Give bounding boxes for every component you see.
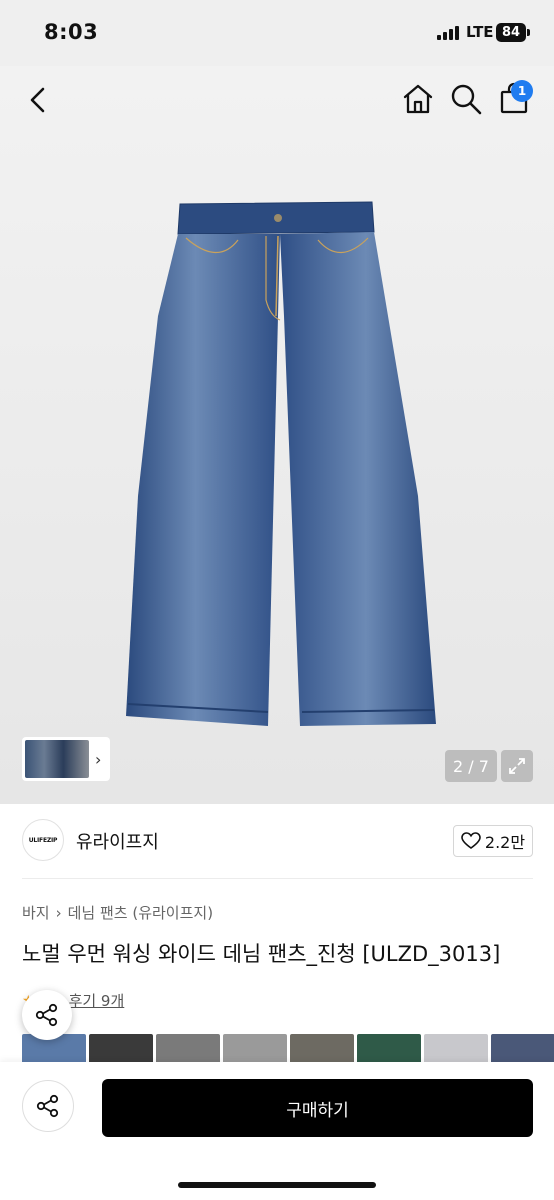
- battery-tip: [527, 29, 530, 36]
- review-photo[interactable]: [156, 1034, 220, 1064]
- review-photo-strip[interactable]: [22, 1034, 554, 1064]
- thumbnail-image[interactable]: [25, 740, 89, 778]
- share-icon: [35, 1003, 58, 1027]
- cart-count-badge: 1: [511, 80, 533, 102]
- review-photo[interactable]: [424, 1034, 488, 1064]
- breadcrumb: 바지 › 데님 팬츠 (유라이프지): [22, 902, 213, 923]
- chevron-right-icon[interactable]: ›: [95, 750, 101, 769]
- expand-button[interactable]: [501, 750, 533, 782]
- brand-name[interactable]: 유라이프지: [76, 828, 159, 854]
- buy-button[interactable]: 구매하기: [102, 1079, 533, 1137]
- home-indicator: [178, 1182, 376, 1188]
- like-count: 2.2만: [484, 833, 526, 852]
- share-icon: [36, 1094, 59, 1118]
- floating-share-button[interactable]: [22, 990, 72, 1040]
- review-photo[interactable]: [357, 1034, 421, 1064]
- signal-icon: [437, 26, 459, 40]
- breadcrumb-subcategory[interactable]: 데님 팬츠 (유라이프지): [68, 902, 213, 923]
- heart-icon: [461, 832, 481, 849]
- like-button[interactable]: 2.2만: [453, 825, 533, 857]
- review-photo[interactable]: [491, 1034, 554, 1064]
- product-photo[interactable]: [118, 196, 444, 736]
- share-button[interactable]: [22, 1080, 74, 1132]
- image-page-indicator: 2 / 7: [445, 750, 497, 782]
- status-time: 8:03: [44, 20, 99, 44]
- review-photo[interactable]: [89, 1034, 153, 1064]
- breadcrumb-category[interactable]: 바지: [22, 902, 50, 923]
- gallery-thumbnails[interactable]: ›: [22, 737, 110, 781]
- divider: [22, 878, 533, 879]
- brand-logo-text: ULIFEZIP: [28, 836, 58, 844]
- breadcrumb-separator: ›: [55, 903, 62, 922]
- status-bar: 8:03 LTE 84: [0, 0, 554, 66]
- chevron-left-icon[interactable]: [22, 83, 56, 117]
- review-count-link[interactable]: 후기 9개: [69, 990, 125, 1011]
- expand-icon: [509, 758, 525, 774]
- network-label: LTE: [466, 23, 494, 41]
- home-icon[interactable]: [401, 82, 435, 116]
- battery-icon: 84: [496, 23, 526, 42]
- brand-logo[interactable]: ULIFEZIP: [22, 819, 64, 861]
- battery-level: 84: [501, 25, 521, 40]
- review-photo[interactable]: [290, 1034, 354, 1064]
- review-photo[interactable]: [223, 1034, 287, 1064]
- product-title: 노멀 우먼 워싱 와이드 데님 팬츠_진청 [ULZD_3013]: [22, 942, 501, 966]
- search-icon[interactable]: [449, 82, 483, 116]
